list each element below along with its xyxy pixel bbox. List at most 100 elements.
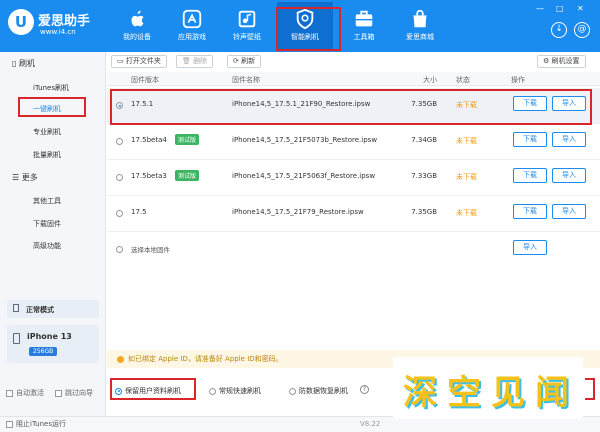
import-button[interactable]: 导入 [513, 240, 547, 255]
import-button[interactable]: 导入 [552, 168, 586, 183]
ringtone-wallpaper-icon [238, 10, 256, 28]
sidebar-item-other-tools[interactable]: 其他工具 [33, 196, 61, 206]
option-anti-recovery[interactable]: 防数据恢复刷机 [289, 386, 348, 396]
checkbox[interactable] [6, 389, 13, 397]
sidebar-item-batch-flash[interactable]: 批量刷机 [33, 150, 61, 160]
row-radio[interactable] [116, 174, 123, 181]
toolbox-icon [355, 10, 373, 27]
header-version: 固件版本 [131, 76, 159, 84]
local-firmware-row[interactable]: 选择本地固件 导入 [107, 232, 600, 268]
row-version: 17.5beta4 [131, 136, 167, 144]
sidebar-item-download-firmware[interactable]: 下载固件 [33, 219, 61, 229]
row-filename: iPhone14,5_17.5_21F5063f_Restore.ipsw [232, 172, 376, 180]
header-name: 固件名称 [232, 76, 260, 84]
nav-label: 我的设备 [123, 33, 151, 41]
beta-badge: 测试版 [175, 134, 200, 145]
nav-label: 应用游戏 [178, 33, 206, 41]
highlight-frame [585, 378, 595, 400]
header-size: 大小 [423, 76, 437, 84]
nav-label: 工具箱 [353, 33, 375, 41]
row-size: 7.35GB [411, 208, 437, 216]
import-button[interactable]: 导入 [552, 204, 586, 219]
apple-icon [131, 10, 144, 27]
download-button[interactable]: 下载 [513, 132, 547, 147]
checkbox[interactable] [55, 389, 62, 397]
flash-settings-button[interactable]: ⚙ 刷机设置 [537, 55, 586, 68]
delete-button[interactable]: 🗑 删除 [176, 55, 214, 68]
mode-panel: 正常模式 [7, 300, 99, 318]
app-name: 爱思助手 [38, 14, 91, 29]
row-radio[interactable] [116, 210, 123, 217]
device-name: iPhone 13 [27, 332, 72, 341]
radio-button[interactable] [209, 387, 216, 395]
open-folder-button[interactable]: ▭ 打开文件夹 [111, 55, 167, 68]
auto-activate-option[interactable]: 自动激活 [6, 388, 44, 398]
row-size: 7.34GB [411, 136, 437, 144]
radio-button[interactable] [289, 387, 296, 395]
highlight-frame [276, 7, 341, 51]
help-icon[interactable]: ? [360, 385, 369, 394]
nav-ringtones[interactable]: 铃声壁纸 [219, 2, 275, 50]
row-status: 未下载 [456, 137, 477, 145]
row-radio[interactable] [116, 246, 123, 253]
beta-badge: 测试版 [175, 170, 200, 181]
row-size: 7.33GB [411, 172, 437, 180]
mail-icon[interactable]: @ [574, 22, 590, 38]
highlight-frame [18, 97, 86, 117]
phone-icon [13, 304, 19, 312]
nav-my-device[interactable]: 我的设备 [109, 2, 165, 50]
mode-label: 正常模式 [26, 306, 54, 314]
logo-icon: U [8, 9, 34, 35]
sidebar-group-flash: ▯ 刷机 [12, 59, 35, 68]
watermark-char: 见 [491, 373, 525, 413]
nav-apps[interactable]: 应用游戏 [164, 2, 220, 50]
row-version: 17.5 [131, 208, 147, 216]
highlight-frame [110, 378, 196, 400]
refresh-button[interactable]: ⟳ 刷新 [227, 55, 262, 68]
nav-label: 铃声壁纸 [233, 33, 261, 41]
option-quick[interactable]: 常规快速刷机 [209, 386, 261, 396]
header-status: 状态 [456, 76, 470, 84]
row-status: 未下载 [456, 173, 477, 181]
table-header [107, 72, 600, 86]
storage-badge: 256GB [29, 347, 58, 356]
table-row[interactable]: 17.5beta3 测试版 iPhone14,5_17.5_21F5063f_R… [107, 160, 600, 196]
table-row[interactable]: 17.5beta4 测试版 iPhone14,5_17.5_21F5073b_R… [107, 124, 600, 160]
sidebar-item-itunes-flash[interactable]: iTunes刷机 [33, 83, 69, 93]
row-version: 17.5beta3 [131, 172, 167, 180]
watermark-logo: 深 空 见 闻 [393, 357, 583, 419]
sidebar-item-pro-flash[interactable]: 专业刷机 [33, 127, 61, 137]
import-button[interactable]: 导入 [552, 132, 586, 147]
download-button[interactable]: 下载 [513, 168, 547, 183]
row-radio[interactable] [116, 138, 123, 145]
header-action: 操作 [511, 76, 525, 84]
block-itunes-option[interactable]: 阻止iTunes运行 [6, 417, 66, 432]
sidebar-group-more: ☰ 更多 [12, 173, 38, 182]
download-icon[interactable]: ↓ [551, 22, 567, 38]
row-filename: iPhone14,5_17.5_21F5073b_Restore.ipsw [232, 136, 378, 144]
row-status: 未下载 [456, 209, 477, 217]
nav-toolbox[interactable]: 工具箱 [336, 2, 392, 50]
table-row[interactable]: 17.5 iPhone14,5_17.5_21F79_Restore.ipsw … [107, 196, 600, 232]
app-url: www.i4.cn [40, 28, 76, 36]
app-store-icon [182, 9, 202, 29]
watermark-char: 空 [447, 373, 481, 413]
close-button[interactable]: ✕ [577, 4, 584, 13]
skip-guide-option[interactable]: 跳过向导 [55, 388, 93, 398]
watermark-char: 闻 [535, 373, 569, 413]
local-firmware-label: 选择本地固件 [131, 246, 170, 254]
checkbox[interactable] [6, 420, 13, 428]
minimize-button[interactable]: — [536, 4, 544, 13]
nav-shop[interactable]: 爱思商城 [392, 2, 448, 50]
row-filename: iPhone14,5_17.5_21F79_Restore.ipsw [232, 208, 364, 216]
info-icon [117, 355, 124, 363]
download-button[interactable]: 下载 [513, 204, 547, 219]
watermark-char: 深 [403, 373, 437, 413]
shop-icon [413, 9, 427, 28]
highlight-frame [110, 89, 592, 125]
maximize-button[interactable]: □ [556, 4, 564, 13]
sidebar-item-advanced[interactable]: 高级功能 [33, 241, 61, 251]
device-card[interactable]: iPhone 13 256GB [7, 325, 99, 363]
phone-icon [13, 333, 20, 344]
version-label: V8.22 [360, 420, 381, 428]
